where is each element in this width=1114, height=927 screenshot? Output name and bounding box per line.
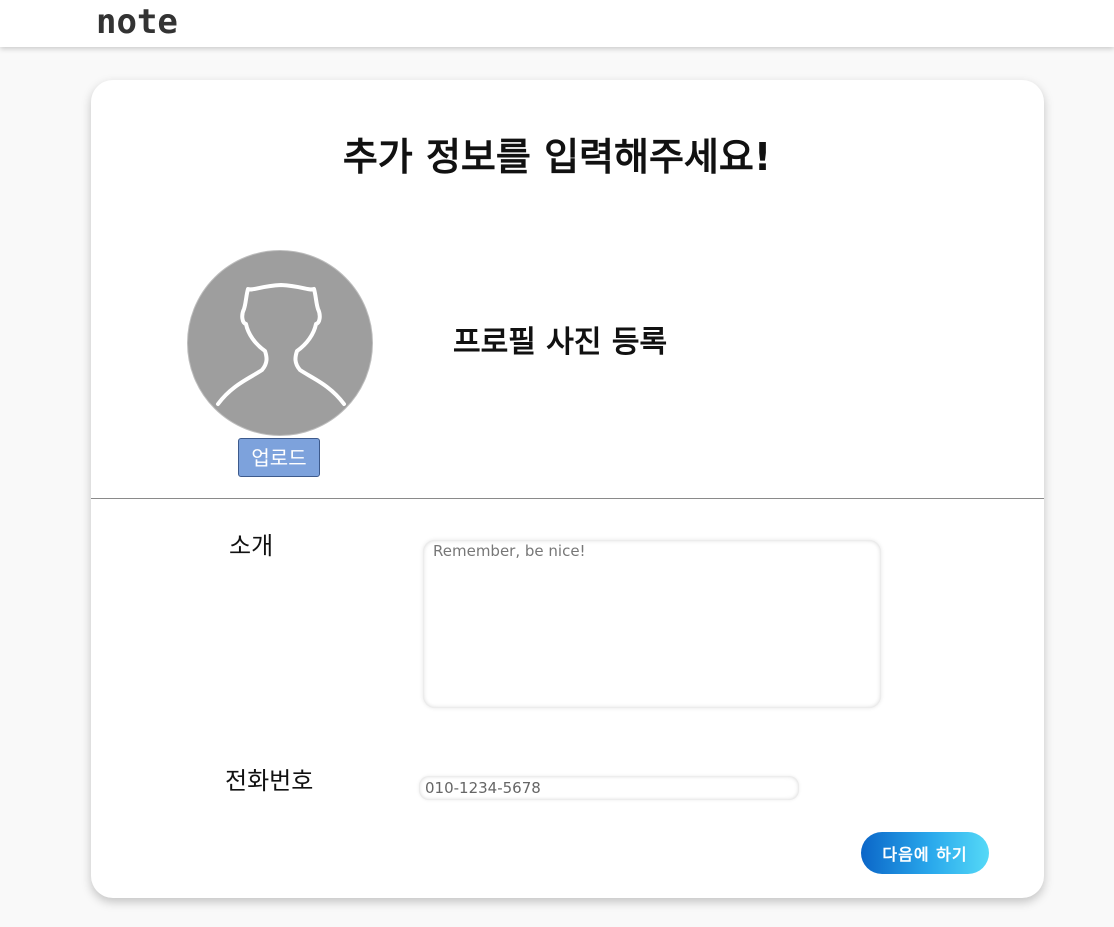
page-title: 추가 정보를 입력해주세요! [342,135,772,179]
section-divider [91,498,1044,499]
top-navbar: note [0,0,1114,47]
intro-label: 소개 [229,532,274,560]
user-silhouette-icon [216,283,346,406]
skip-button[interactable]: 다음에 하기 [861,832,989,874]
logo[interactable]: note [96,0,178,44]
phone-input[interactable] [419,776,799,800]
intro-textarea[interactable] [423,540,881,708]
profile-photo-label: 프로필 사진 등록 [453,325,668,360]
upload-button[interactable]: 업로드 [238,438,320,477]
avatar [187,250,373,436]
phone-label: 전화번호 [225,767,314,795]
